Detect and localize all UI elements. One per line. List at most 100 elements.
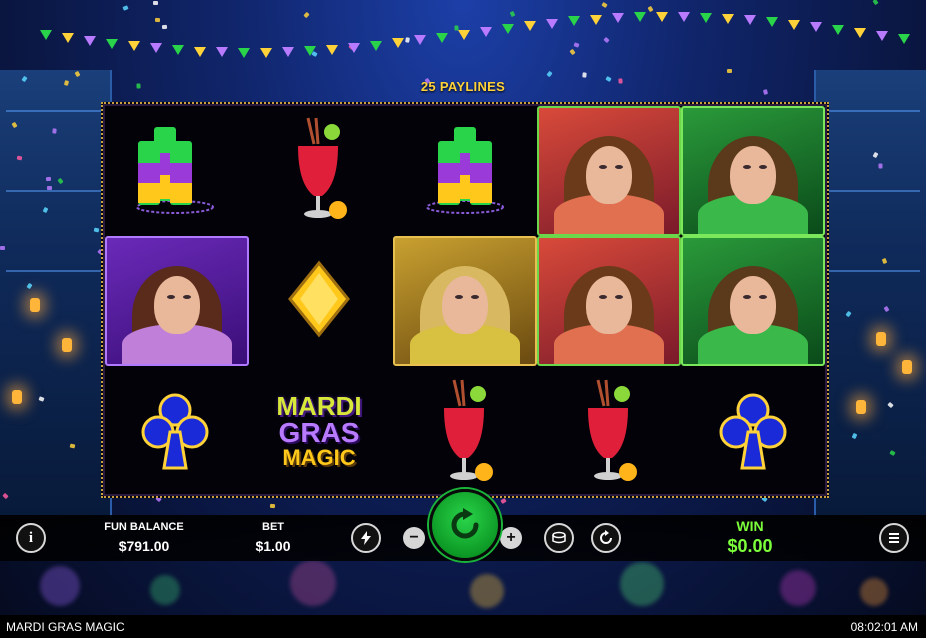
confetti-piece <box>509 10 516 18</box>
autoplay-button[interactable] <box>591 523 621 553</box>
pennant-flag <box>898 34 910 44</box>
confetti-piece <box>727 69 732 73</box>
pennant-flag <box>656 12 668 22</box>
pennant-flag <box>304 46 316 56</box>
confetti-piece <box>405 37 410 43</box>
pennant-flag <box>810 22 822 32</box>
pennant-flag <box>502 24 514 34</box>
autoplay-icon <box>600 530 612 544</box>
confetti-piece <box>0 246 5 250</box>
pennant-flag <box>766 17 778 27</box>
symbol-shots <box>103 104 247 234</box>
symbol-hurricane-drink <box>537 366 681 496</box>
decrease-bet-button[interactable]: − <box>403 527 425 549</box>
confetti-piece <box>500 497 507 505</box>
pennant-flag <box>744 15 756 25</box>
confetti-piece <box>161 24 168 30</box>
info-button[interactable]: i <box>16 523 46 553</box>
confetti-piece <box>546 70 553 78</box>
confetti-piece <box>154 17 161 23</box>
bet-value: $1.00 <box>255 538 291 554</box>
win-label: WIN <box>736 518 764 534</box>
pennant-flag <box>788 20 800 30</box>
symbol-queen-purple <box>105 236 249 366</box>
pennant-flag <box>590 15 602 25</box>
pennant-flag <box>634 12 646 22</box>
hamburger-menu-icon <box>889 533 899 543</box>
symbol-queen-red <box>537 106 681 236</box>
symbol-queen-green <box>681 236 825 366</box>
logo-line-1: MARDI <box>276 391 362 421</box>
confetti-piece <box>603 36 610 44</box>
spin-arrow-icon <box>451 508 479 539</box>
confetti-piece <box>269 503 276 509</box>
menu-button[interactable] <box>879 523 909 553</box>
symbol-queen-green <box>681 106 825 236</box>
right-building-decoration <box>814 70 926 518</box>
confetti-piece <box>16 155 23 161</box>
confetti-piece <box>45 176 52 182</box>
pennant-flag <box>150 43 162 53</box>
pennant-flag <box>458 30 470 40</box>
pennant-flag <box>392 38 404 48</box>
pennant-flag <box>480 27 492 37</box>
pennant-flag <box>128 41 140 51</box>
symbol-hurricane-drink <box>247 104 391 234</box>
game-title: MARDI GRAS MAGIC <box>6 620 125 634</box>
pennant-flag <box>370 41 382 51</box>
confetti-piece <box>573 42 580 48</box>
pennant-flag <box>854 28 866 38</box>
symbol-shots <box>393 104 537 234</box>
confetti-piece <box>647 5 654 13</box>
footer-bar: MARDI GRAS MAGIC 08:02:01 AM <box>0 615 926 638</box>
pennant-flag <box>238 48 250 58</box>
symbol-diamond <box>247 234 391 364</box>
pennant-flag <box>876 31 888 41</box>
pennant-flag <box>678 12 690 22</box>
max-bet-button[interactable] <box>351 523 381 553</box>
pennant-flag <box>524 21 536 31</box>
lightning-icon <box>361 531 371 545</box>
pennant-flag <box>568 16 580 26</box>
fun-balance-label: FUN BALANCE <box>104 521 184 533</box>
confetti-piece <box>878 163 883 169</box>
coins-button[interactable] <box>544 523 574 553</box>
confetti-piece <box>93 227 100 233</box>
pennant-flag <box>414 35 426 45</box>
pennant-flag <box>436 33 448 43</box>
pennant-flag <box>348 43 360 53</box>
confetti-piece <box>152 0 159 6</box>
confetti-piece <box>122 5 129 11</box>
symbol-hurricane-drink <box>393 366 537 496</box>
confetti-piece <box>601 1 608 9</box>
confetti-piece <box>46 185 53 191</box>
confetti-piece <box>303 11 310 19</box>
coins-icon <box>552 531 566 544</box>
logo-line-2: GRAS <box>278 417 360 448</box>
paylines-label: 25 PAYLINES <box>420 79 506 94</box>
pennant-flag <box>84 36 96 46</box>
left-building-decoration <box>0 70 112 518</box>
fun-balance-value: $791.00 <box>118 538 170 554</box>
info-icon: i <box>28 529 34 546</box>
pennant-flag <box>700 13 712 23</box>
logo-line-3: MAGIC <box>282 445 356 470</box>
pennant-flag <box>62 33 74 43</box>
symbol-queen-red <box>537 236 681 366</box>
pennant-flag <box>194 47 206 57</box>
win-value: $0.00 <box>727 536 773 556</box>
pennant-flag <box>282 47 294 57</box>
confetti-piece <box>872 0 879 6</box>
pennant-flag <box>40 30 52 40</box>
pennant-flag <box>172 45 184 55</box>
pennant-flag <box>832 25 844 35</box>
increase-bet-button[interactable]: + <box>500 527 522 549</box>
spin-button[interactable] <box>429 489 501 561</box>
confetti-piece <box>69 443 76 449</box>
pennant-flag <box>106 39 118 49</box>
confetti-piece <box>569 48 576 56</box>
symbol-club <box>681 366 825 496</box>
symbol-queen-gold <box>393 236 537 366</box>
symbol-club <box>103 366 247 496</box>
clock-time: 08:02:01 AM <box>850 620 918 634</box>
